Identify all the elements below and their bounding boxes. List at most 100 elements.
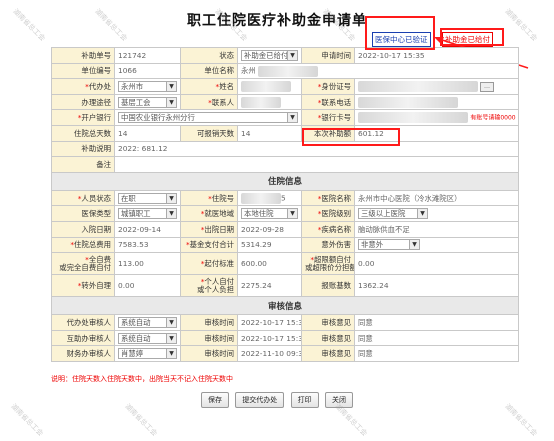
- redacted-block: [241, 192, 281, 204]
- field-label: 住院总天数: [51, 124, 115, 142]
- finance-reviewer-select[interactable]: 肖慧婷 ▼: [118, 348, 177, 360]
- form-note: 说明：住院天数入住院天数中，出院当天不记入住院天数中: [51, 375, 233, 383]
- card-hint: 有账号请输0000: [470, 114, 516, 122]
- over-limit-field[interactable]: 0.00: [354, 252, 519, 276]
- print-button[interactable]: 打印: [290, 392, 319, 408]
- field-label: 开户银行: [51, 109, 115, 126]
- field-label: 单位编号: [51, 62, 115, 80]
- field-label: 姓名: [180, 78, 238, 95]
- bank-select[interactable]: 中国农业银行永州分行 ▼: [118, 112, 298, 124]
- field-label: 住院号: [180, 189, 238, 207]
- disease-name-field[interactable]: 脑动脉供血不足: [354, 220, 519, 238]
- hospital-no-value[interactable]: 5: [281, 193, 286, 202]
- field-label: 审核意见: [301, 314, 355, 331]
- hospital-level-select[interactable]: 三级以上医院 ▼: [358, 208, 428, 220]
- field-label: 补助说明: [51, 140, 115, 158]
- review-opinion-value: 同意: [354, 314, 519, 331]
- field-label: 医保类型: [51, 205, 115, 222]
- chevron-down-icon: ▼: [166, 317, 176, 327]
- field-label: *超限额自付 或超限价分担额: [301, 252, 355, 276]
- lookup-button[interactable]: …: [480, 82, 494, 93]
- field-label: 审核意见: [301, 345, 355, 362]
- field-label: 转外自理: [51, 274, 115, 298]
- field-label: 银行卡号: [301, 109, 355, 126]
- field-label: 入院日期: [51, 220, 115, 238]
- claim-base-value: 1362.24: [354, 274, 519, 298]
- field-label: *全自费 或完全自费自付: [51, 252, 115, 276]
- field-label: 身份证号: [301, 78, 355, 95]
- chevron-down-icon: ▼: [409, 240, 419, 250]
- status-select[interactable]: 补助金已给付 ▼: [241, 49, 298, 61]
- field-label: 补助单号: [51, 47, 115, 64]
- self-pay-field[interactable]: 113.00: [114, 252, 181, 276]
- unit-no-value: 1066: [114, 62, 181, 80]
- chevron-down-icon: ▼: [287, 209, 297, 219]
- chevron-down-icon: ▼: [166, 209, 176, 219]
- button-row: 保存 提交代办处 打印 关闭: [0, 392, 554, 408]
- unit-name-value: 永州: [237, 62, 519, 80]
- id-card-field[interactable]: [358, 80, 478, 92]
- remark-field[interactable]: [114, 156, 519, 173]
- deductible-field[interactable]: 600.00: [237, 252, 302, 276]
- field-label: 出院日期: [180, 220, 238, 238]
- accident-select[interactable]: 非意外 ▼: [358, 239, 420, 251]
- field-label: 状态: [180, 47, 238, 64]
- agency-reviewer-select[interactable]: 系统自动 ▼: [118, 316, 177, 328]
- field-label: 审核时间: [180, 314, 238, 331]
- region-select[interactable]: 本地住院 ▼: [241, 208, 298, 220]
- field-label: 备注: [51, 156, 115, 173]
- field-label: 意外伤害: [301, 236, 355, 254]
- section-header: 审核信息: [51, 296, 519, 316]
- review-opinion-value: 同意: [354, 329, 519, 347]
- channel-select[interactable]: 基层工会 ▼: [118, 96, 177, 108]
- chevron-down-icon: ▼: [417, 209, 427, 219]
- admit-date-field[interactable]: 2022-09-14: [114, 220, 181, 238]
- total-cost-field[interactable]: 7583.53: [114, 236, 181, 254]
- chevron-down-icon: ▼: [287, 113, 297, 123]
- apply-no-value: 121742: [114, 47, 181, 64]
- field-label: 办理途径: [51, 93, 115, 111]
- submit-button[interactable]: 提交代办处: [235, 392, 285, 408]
- total-days-value: 14: [114, 124, 181, 142]
- personal-pay-field[interactable]: 2275.24: [237, 274, 302, 298]
- highlight-box: [302, 128, 400, 146]
- chevron-down-icon: ▼: [166, 349, 176, 359]
- field-label: 互助办审核人: [51, 329, 115, 347]
- field-label: 可报销天数: [180, 124, 238, 142]
- agency-select[interactable]: 永州市 ▼: [118, 80, 177, 92]
- review-time-value: 2022-10-17 15:36: [237, 314, 302, 331]
- highlight-box: [365, 16, 435, 50]
- chevron-down-icon: ▼: [166, 333, 176, 343]
- field-label: 医院级别: [301, 205, 355, 222]
- field-label: 单位名称: [180, 62, 238, 80]
- field-label: *个人自付 或个人负担: [180, 274, 238, 298]
- chevron-down-icon: ▼: [287, 50, 297, 60]
- discharge-date-field[interactable]: 2022-09-28: [237, 220, 302, 238]
- field-label: 联系电话: [301, 93, 355, 111]
- insurance-type-select[interactable]: 城镇职工 ▼: [118, 208, 177, 220]
- contact-field[interactable]: [241, 96, 281, 108]
- field-label: 代办处: [51, 78, 115, 95]
- reimb-days-value: 14: [237, 124, 302, 142]
- field-label: 联系人: [180, 93, 238, 111]
- mutual-reviewer-select[interactable]: 系统自动 ▼: [118, 332, 177, 344]
- name-field[interactable]: [241, 80, 291, 92]
- field-label: 申请时间: [301, 47, 355, 64]
- card-no-field[interactable]: [358, 112, 468, 124]
- field-label: 住院总费用: [51, 236, 115, 254]
- field-label: 医院名称: [301, 189, 355, 207]
- fund-payment-field[interactable]: 5314.29: [237, 236, 302, 254]
- section-header: 住院信息: [51, 171, 519, 191]
- application-form: 补助单号 121742 状态 补助金已给付 ▼ 申请时间 2022-10-17 1…: [51, 47, 519, 362]
- field-label: 财务办审核人: [51, 345, 115, 362]
- phone-field[interactable]: [358, 96, 458, 108]
- field-label: 疾病名称: [301, 220, 355, 238]
- save-button[interactable]: 保存: [200, 392, 229, 408]
- transfer-field[interactable]: 0.00: [114, 274, 181, 298]
- field-label: 基金支付合计: [180, 236, 238, 254]
- field-label: 审核时间: [180, 345, 238, 362]
- person-status-select[interactable]: 在职 ▼: [118, 192, 177, 204]
- hospital-name-value[interactable]: 永州市中心医院（冷水滩院区）: [354, 189, 519, 207]
- chevron-down-icon: ▼: [166, 81, 176, 91]
- highlight-box: [440, 28, 504, 46]
